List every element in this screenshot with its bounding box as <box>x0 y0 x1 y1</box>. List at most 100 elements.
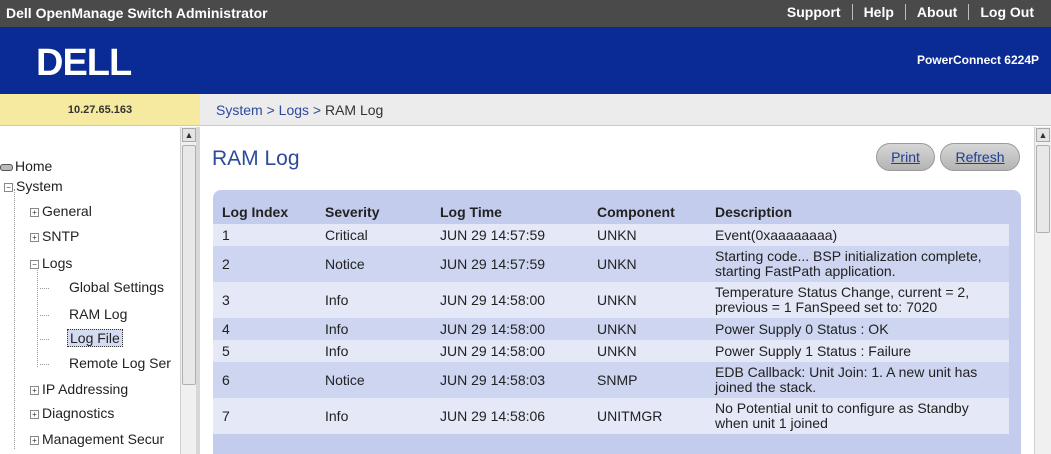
tree-connector <box>40 315 49 316</box>
description-cell: Power Supply 0 Status : OK <box>706 318 1009 340</box>
expand-icon[interactable]: + <box>30 386 39 395</box>
log-index-cell: 5 <box>213 340 316 362</box>
main-content: RAM Log Print Refresh Log Index Severity… <box>204 127 1034 454</box>
component-cell: UNITMGR <box>588 398 706 434</box>
sidebar-item-log-file[interactable]: Log File <box>67 329 123 347</box>
sidebar: Home − System + General + SNTP − Logs Global… <box>0 127 200 454</box>
log-index-cell: 7 <box>213 398 316 434</box>
sidebar-scrollbar[interactable]: ▲ <box>180 127 196 454</box>
component-cell: UNKN <box>588 224 706 246</box>
sidebar-item-general[interactable]: + General <box>30 203 92 220</box>
sidebar-item-system[interactable]: − System <box>4 178 63 195</box>
log-index-cell: 1 <box>213 224 316 246</box>
sidebar-item-diagnostics[interactable]: + Diagnostics <box>30 405 114 422</box>
help-link[interactable]: Help <box>853 4 905 20</box>
log-time-cell: JUN 29 14:58:00 <box>431 340 588 362</box>
main-scrollbar[interactable]: ▲ <box>1034 127 1051 454</box>
sidebar-item-label: Remote Log Ser <box>69 355 171 371</box>
scrollbar-thumb[interactable] <box>1036 145 1050 233</box>
sidebar-item-global-settings[interactable]: Global Settings <box>69 279 164 296</box>
sidebar-item-label: General <box>42 203 92 219</box>
severity-cell: Info <box>316 282 431 318</box>
expand-icon[interactable]: + <box>30 208 39 217</box>
log-time-cell: JUN 29 14:57:59 <box>431 246 588 282</box>
component-cell: UNKN <box>588 340 706 362</box>
about-link[interactable]: About <box>906 4 968 20</box>
scroll-up-icon[interactable]: ▲ <box>182 128 196 142</box>
sidebar-item-label: IP Addressing <box>42 381 129 397</box>
log-time-cell: JUN 29 14:58:06 <box>431 398 588 434</box>
description-cell: EDB Callback: Unit Join: 1. A new unit h… <box>706 362 1009 398</box>
collapse-icon[interactable]: − <box>4 183 13 192</box>
log-time-cell: JUN 29 14:58:00 <box>431 282 588 318</box>
table-row: 7 Info JUN 29 14:58:06 UNITMGR No Potent… <box>213 398 1009 434</box>
sidebar-item-ip-addressing[interactable]: + IP Addressing <box>30 381 128 398</box>
support-link[interactable]: Support <box>776 4 852 20</box>
breadcrumb-logs[interactable]: Logs <box>279 102 309 118</box>
top-nav: Support Help About Log Out <box>776 4 1045 20</box>
sidebar-item-label: Diagnostics <box>42 405 115 421</box>
description-cell: No Potential unit to configure as Standb… <box>706 398 1009 434</box>
sidebar-item-home[interactable]: Home <box>0 158 52 175</box>
sidebar-item-label: SNTP <box>42 228 80 244</box>
device-ip: 10.27.65.163 <box>67 104 133 116</box>
description-cell: Starting code... BSP initialization comp… <box>706 246 1009 282</box>
severity-cell: Notice <box>316 362 431 398</box>
scrollbar-thumb[interactable] <box>182 145 196 385</box>
breadcrumb-separator: > <box>266 102 275 118</box>
device-ip-box: 10.27.65.163 <box>0 94 200 126</box>
log-index-cell: 2 <box>213 246 316 282</box>
sidebar-item-ram-log[interactable]: RAM Log <box>69 306 127 323</box>
sidebar-item-label: Global Settings <box>69 279 164 295</box>
sidebar-item-sntp[interactable]: + SNTP <box>30 228 79 245</box>
table-row: 3 Info JUN 29 14:58:00 UNKN Temperature … <box>213 282 1009 318</box>
scroll-up-icon[interactable]: ▲ <box>1036 128 1050 142</box>
log-time-cell: JUN 29 14:58:00 <box>431 318 588 340</box>
description-cell: Event(0xaaaaaaaa) <box>706 224 1009 246</box>
print-button[interactable]: Print <box>876 143 935 171</box>
app-window: Dell OpenManage Switch Administrator Sup… <box>0 0 1051 454</box>
severity-cell: Info <box>316 318 431 340</box>
expand-icon[interactable]: + <box>30 410 39 419</box>
severity-cell: Critical <box>316 224 431 246</box>
sidebar-item-logs[interactable]: − Logs <box>30 255 72 272</box>
column-header: Log Time <box>440 204 502 220</box>
refresh-button[interactable]: Refresh <box>940 143 1020 171</box>
description-cell: Power Supply 1 Status : Failure <box>706 340 1009 362</box>
log-time-cell: JUN 29 14:58:03 <box>431 362 588 398</box>
sidebar-item-label: Management Secur <box>42 431 165 447</box>
tree-connector <box>14 189 15 449</box>
table-row: 1 Critical JUN 29 14:57:59 UNKN Event(0x… <box>213 224 1009 246</box>
home-icon <box>0 163 13 171</box>
top-bar: Dell OpenManage Switch Administrator Sup… <box>0 0 1051 28</box>
severity-cell: Notice <box>316 246 431 282</box>
expand-icon[interactable]: + <box>30 436 39 445</box>
collapse-icon[interactable]: − <box>30 260 39 269</box>
device-model: PowerConnect 6224P <box>916 53 1039 67</box>
tree-connector <box>40 339 49 340</box>
log-index-cell: 4 <box>213 318 316 340</box>
breadcrumb-ram-log: RAM Log <box>324 102 384 118</box>
sidebar-item-label: Logs <box>42 255 73 271</box>
log-index-cell: 6 <box>213 362 316 398</box>
sidebar-item-management-security[interactable]: + Management Secur <box>30 431 164 448</box>
breadcrumb: System > Logs > RAM Log <box>216 102 383 118</box>
log-index-cell: 3 <box>213 282 316 318</box>
nav-tree: Home − System + General + SNTP − Logs Global… <box>0 127 180 454</box>
component-cell: UNKN <box>588 246 706 282</box>
breadcrumb-bar: System > Logs > RAM Log <box>200 94 1051 126</box>
log-table: Log Index Severity Log Time Component De… <box>213 200 1009 434</box>
expand-icon[interactable]: + <box>30 233 39 242</box>
table-row: 2 Notice JUN 29 14:57:59 UNKN Starting c… <box>213 246 1009 282</box>
tree-connector <box>40 288 49 289</box>
app-title: Dell OpenManage Switch Administrator <box>6 5 268 21</box>
severity-cell: Info <box>316 340 431 362</box>
sidebar-item-label: RAM Log <box>69 306 128 322</box>
breadcrumb-system[interactable]: System <box>216 102 263 118</box>
logout-link[interactable]: Log Out <box>969 4 1045 20</box>
severity-cell: Info <box>316 398 431 434</box>
column-header: Severity <box>325 204 380 220</box>
sidebar-item-remote-log-server[interactable]: Remote Log Ser <box>69 355 171 372</box>
table-header-row: Log Index Severity Log Time Component De… <box>213 200 1009 224</box>
sidebar-item-label: System <box>16 178 63 194</box>
